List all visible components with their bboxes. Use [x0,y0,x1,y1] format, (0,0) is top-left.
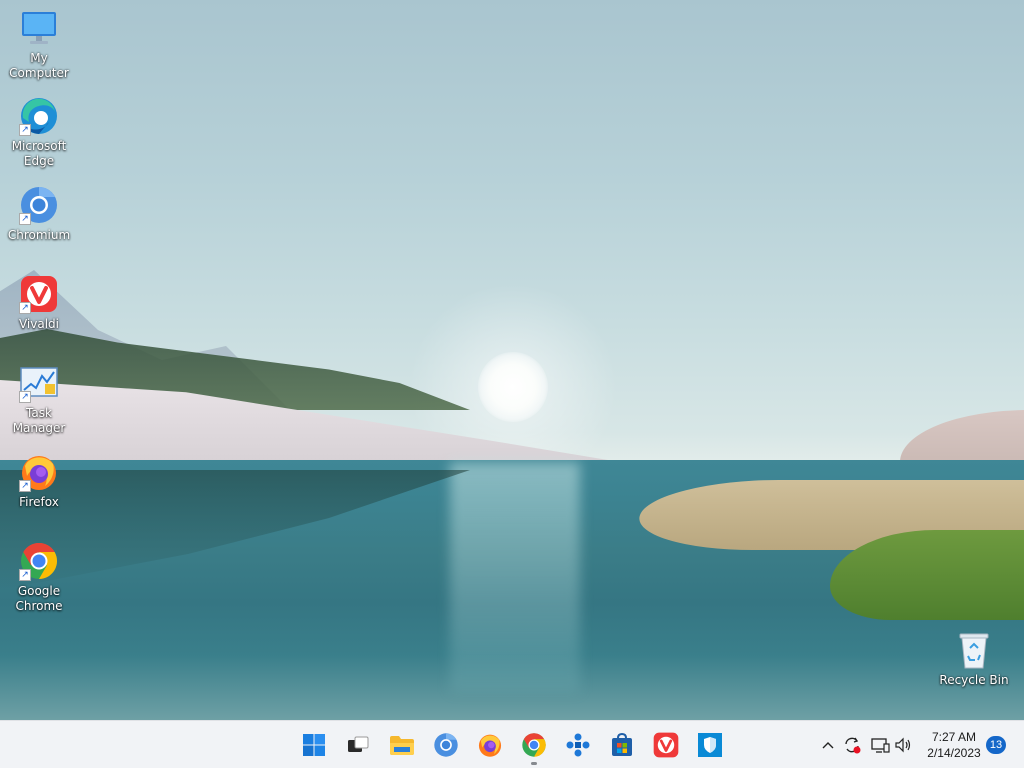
desktop-icon-firefox[interactable]: ↗ Firefox [1,452,77,510]
task-view-button[interactable] [340,727,376,763]
taskbar-network-app-button[interactable] [560,727,596,763]
desktop-icon-microsoft-edge[interactable]: ↗ Microsoft Edge [1,96,77,169]
taskbar-store-button[interactable] [604,727,640,763]
desktop-icon-label: Chromium [7,228,71,242]
clock-time: 7:27 AM [931,730,977,744]
task-manager-icon: ↗ [19,363,59,403]
vivaldi-icon [653,732,679,758]
show-hidden-icons-button[interactable] [818,735,838,755]
desktop-icon-label: Task Manager [12,406,66,435]
volume-icon [895,737,911,753]
clock-date: 2/14/2023 [927,746,981,760]
taskbar-vivaldi-button[interactable] [648,727,684,763]
desktop-icon-my-computer[interactable]: My Computer [1,8,77,81]
taskbar-chromium-button[interactable] [428,727,464,763]
vivaldi-icon: ↗ [19,274,59,314]
chrome-icon [522,733,546,757]
desktop-icon-google-chrome[interactable]: ↗ Google Chrome [1,541,77,614]
windows-start-icon [303,734,325,756]
chrome-icon: ↗ [19,541,59,581]
desktop-icon-label: My Computer [9,51,69,80]
taskbar-security-button[interactable] [692,727,728,763]
start-button[interactable] [296,727,332,763]
display-icon [871,738,890,753]
recycle-bin-icon [954,630,994,670]
chromium-icon: ↗ [19,185,59,225]
desktop-icon-label: Recycle Bin [939,673,1009,687]
chromium-icon [434,733,458,757]
security-shield-icon [698,733,722,757]
desktop-icon-label: Google Chrome [15,584,63,613]
desktop-icon-recycle-bin[interactable]: Recycle Bin [936,630,1012,688]
clock-button[interactable]: 7:27 AM 2/14/2023 [918,729,990,761]
desktop[interactable]: My Computer ↗ Microsoft Edge ↗ Chromium [0,0,1024,720]
edge-icon: ↗ [19,96,59,136]
taskbar-firefox-button[interactable] [472,727,508,763]
store-icon [612,733,632,756]
firefox-icon: ↗ [19,452,59,492]
notification-badge[interactable]: 13 [986,736,1006,754]
volume-button[interactable] [894,735,914,755]
desktop-icon-task-manager[interactable]: ↗ Task Manager [1,363,77,436]
desktop-icon-label: Firefox [19,495,59,509]
desktop-icon-vivaldi[interactable]: ↗ Vivaldi [1,274,77,332]
sync-error-icon [845,737,861,754]
firefox-icon [478,734,502,757]
sync-status-button[interactable] [842,735,862,755]
display-tray-button[interactable] [870,735,890,755]
task-view-icon [348,736,369,752]
desktop-icon-label: Microsoft Edge [11,139,67,168]
desktop-icon-chromium[interactable]: ↗ Chromium [1,185,77,243]
chevron-up-icon [822,742,834,749]
monitor-icon [19,8,59,48]
taskbar: 7:27 AM 2/14/2023 13 [0,720,1024,768]
desktop-icon-label: Vivaldi [18,317,60,331]
folder-icon [390,736,414,755]
taskbar-chrome-button[interactable] [516,727,552,765]
network-app-icon [566,733,590,757]
file-explorer-button[interactable] [384,727,420,763]
